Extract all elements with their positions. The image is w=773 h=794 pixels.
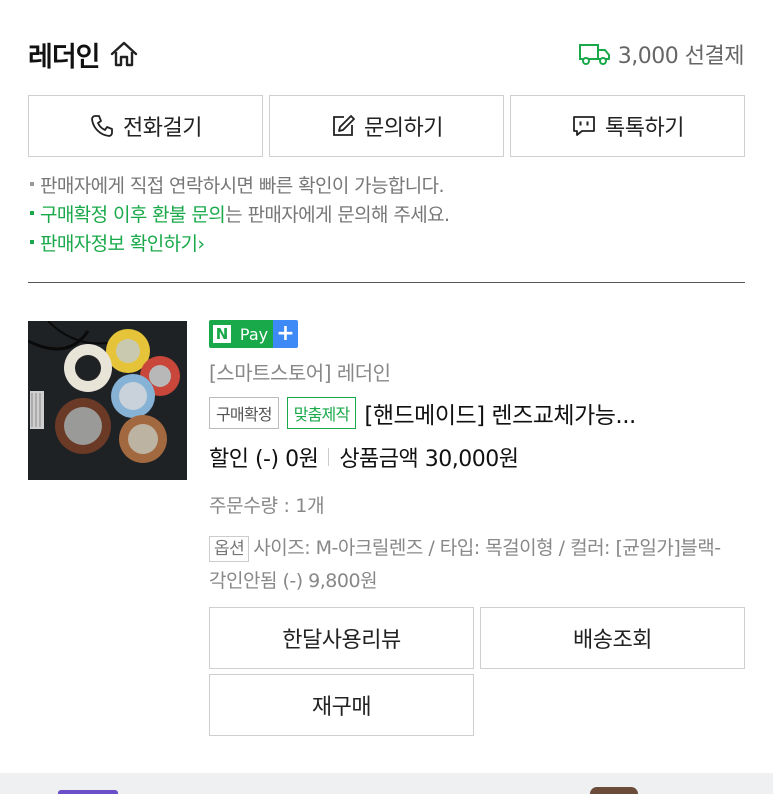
product-info: N Pay + [스마트스토어] 레더인 구매확정 맞춤제작 [핸드메이드] 렌… <box>209 320 749 597</box>
chat-icon <box>571 113 597 139</box>
delivery-tracking-button[interactable]: 배송조회 <box>480 607 745 669</box>
store-name-link[interactable]: 레더인 <box>28 35 140 74</box>
call-button-label: 전화걸기 <box>123 116 202 141</box>
naver-n-icon: N <box>213 325 231 343</box>
home-icon[interactable] <box>108 38 140 70</box>
seller-info-link[interactable]: 판매자정보 확인하기› <box>40 233 205 255</box>
status-badge-confirmed: 구매확정 <box>209 397 279 429</box>
talktalk-button[interactable]: 톡톡하기 <box>510 95 745 157</box>
refund-highlight: 구매확정 이후 환불 문의 <box>40 204 226 226</box>
option-info: 옵션 사이즈: M-아크릴렌즈 / 타입: 목걸이형 / 컬러: [균일가]블랙-… <box>209 532 729 597</box>
next-section-chip <box>58 790 118 794</box>
npay-label: Pay <box>235 320 273 348</box>
product-title[interactable]: [핸드메이드] 렌즈교체가능... <box>364 396 635 430</box>
phone-icon <box>89 113 115 139</box>
product-price: 상품금액 30,000원 <box>339 447 519 472</box>
note-contact: 판매자에게 직접 연락하시면 빠른 확인이 가능합니다. <box>28 172 744 201</box>
price-divider <box>328 448 330 466</box>
npay-plus-badge: N Pay + <box>209 320 298 348</box>
avatar <box>590 787 638 794</box>
monthly-review-button[interactable]: 한달사용리뷰 <box>209 607 474 669</box>
shipping-fee: 3,000 선결제 <box>578 38 745 70</box>
order-quantity: 주문수량 : 1개 <box>209 495 325 517</box>
store-header: 레더인 3,000 선결제 <box>28 34 745 74</box>
call-button[interactable]: 전화걸기 <box>28 95 263 157</box>
product-title-row[interactable]: 구매확정 맞춤제작 [핸드메이드] 렌즈교체가능... <box>209 396 749 430</box>
inquiry-button-label: 문의하기 <box>364 116 443 141</box>
status-badge-custom: 맞춤제작 <box>286 397 357 429</box>
talktalk-button-label: 톡톡하기 <box>605 116 684 141</box>
store-name: 레더인 <box>28 41 101 73</box>
seller-name: [스마트스토어] 레더인 <box>209 361 391 385</box>
price-row: 할인 (-) 0원 상품금액 30,000원 <box>209 441 749 473</box>
contact-actions: 전화걸기 문의하기 톡톡하기 <box>28 95 745 157</box>
seller-notes: 판매자에게 직접 연락하시면 빠른 확인이 가능합니다. 구매확정 이후 환불 … <box>28 172 744 259</box>
chevron-right-icon: › <box>197 233 205 255</box>
note-refund: 구매확정 이후 환불 문의는 판매자에게 문의해 주세요. <box>28 201 744 230</box>
edit-icon <box>330 113 356 139</box>
product-thumbnail[interactable] <box>28 321 187 480</box>
option-tag: 옵션 <box>209 536 250 562</box>
shipping-text: 3,000 선결제 <box>617 44 745 69</box>
inquiry-button[interactable]: 문의하기 <box>269 95 504 157</box>
plus-icon: + <box>273 320 298 348</box>
truck-icon <box>578 42 612 66</box>
rebuy-button[interactable]: 재구매 <box>209 674 474 736</box>
note-seller-info: 판매자정보 확인하기› <box>28 230 744 259</box>
discount-amount: 할인 (-) 0원 <box>209 447 319 472</box>
option-text: 사이즈: M-아크릴렌즈 / 타입: 목걸이형 / 컬러: [균일가]블랙-각인… <box>209 537 721 592</box>
section-divider <box>28 282 745 283</box>
